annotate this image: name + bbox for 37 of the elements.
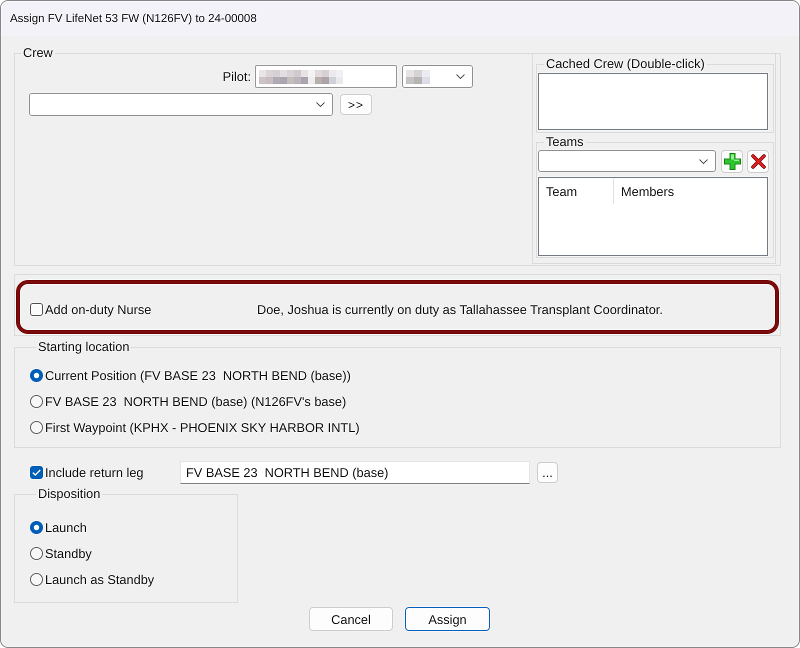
team-dropdown[interactable] (538, 150, 716, 172)
plus-icon (724, 153, 740, 170)
cached-crew-list[interactable] (538, 73, 768, 130)
browse-button[interactable]: ... (537, 462, 558, 483)
add-nurse-checkbox[interactable]: Add on-duty Nurse (30, 300, 152, 318)
chevron-down-icon (316, 102, 325, 107)
pilot-label: Pilot: (222, 69, 251, 84)
pilot-option-dropdown[interactable] (402, 65, 473, 88)
add-team-button[interactable] (721, 150, 743, 173)
duty-message: Doe, Joshua is currently on duty as Tallahassee Transplant Coordinator. (257, 302, 664, 317)
group-label: Disposition (37, 487, 102, 501)
window-title: Assign FV LifeNet 53 FW (N126FV) to 24-00008 (10, 12, 257, 24)
group-label: Teams (545, 135, 585, 149)
pilot-name-field[interactable] (255, 65, 397, 88)
group-label: Starting location (37, 340, 130, 354)
column-header[interactable]: Team (539, 178, 614, 204)
return-location-field[interactable]: FV BASE 23 NORTH BEND (base) (180, 461, 530, 484)
radio-option[interactable]: Launch (30, 518, 87, 536)
return-leg-checkbox[interactable]: Include return leg (30, 464, 144, 482)
group-label: Cached Crew (Double-click) (545, 57, 706, 71)
cancel-button[interactable]: Cancel (309, 607, 393, 631)
add-crew-button[interactable]: >> (340, 94, 372, 115)
group-label: Crew (22, 46, 54, 60)
chevron-down-icon (699, 158, 708, 164)
assign-button[interactable]: Assign (405, 607, 490, 631)
cross-icon (750, 154, 766, 169)
remove-team-button[interactable] (747, 150, 769, 173)
radio-option[interactable]: Launch as Standby (30, 570, 154, 588)
crew-member-dropdown[interactable] (29, 93, 333, 116)
column-header[interactable]: Members (614, 178, 674, 204)
radio-option[interactable]: FV BASE 23 NORTH BEND (base) (N126FV's base) (30, 392, 346, 410)
teams-list[interactable]: Team Members (538, 177, 768, 256)
radio-option[interactable]: First Waypoint (KPHX - PHOENIX SKY HARBOR INTL) (30, 418, 360, 436)
pixelated-text-drawing (406, 70, 430, 84)
radio-option[interactable]: Standby (30, 544, 92, 562)
chevron-down-icon (456, 74, 465, 79)
radio-option[interactable]: Current Position (FV BASE 23 NORTH BEND (base)) (30, 366, 351, 384)
